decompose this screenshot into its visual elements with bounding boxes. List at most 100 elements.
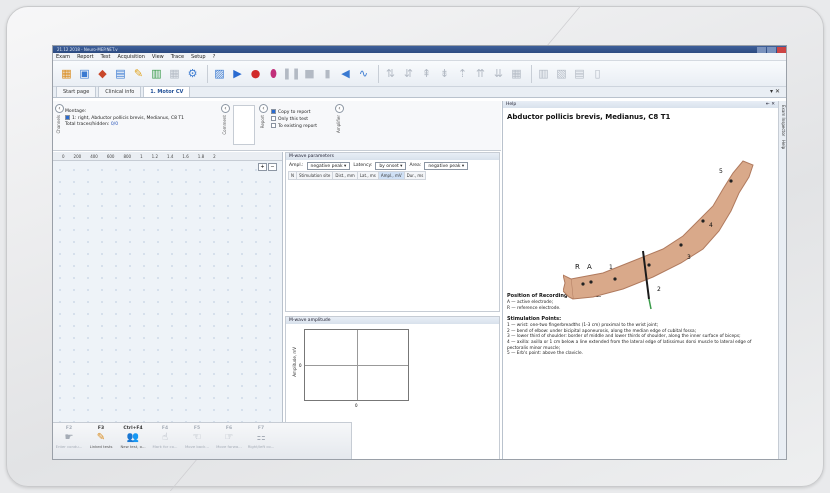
latency-select[interactable]: by onset ▾ <box>375 161 407 170</box>
stimulus-icon[interactable]: ⬮ <box>266 66 281 81</box>
column-header[interactable]: Stimulation site <box>295 171 334 180</box>
latency-label: Latency: <box>353 163 373 168</box>
report-label: Report <box>260 115 265 129</box>
mwave-params-row: Ampl.: negative peak ▾ Latency: by onset… <box>286 160 499 171</box>
waveform-icon[interactable]: ∿ <box>356 66 371 81</box>
comment-field[interactable] <box>233 105 255 145</box>
help-pane: Help ⇤ ✕ Abductor pollicis brevis, Media… <box>502 101 778 459</box>
record-icon[interactable]: ● <box>248 66 263 81</box>
pencil-icon: ✎ <box>96 432 106 443</box>
sound-icon[interactable]: ◀ <box>338 66 353 81</box>
montage-checkbox[interactable] <box>65 115 70 120</box>
side-tab-exam-inspector[interactable]: Exam Inspector <box>781 105 786 136</box>
electrode-r-label: R <box>575 263 580 271</box>
trace-icon[interactable]: ⇡ <box>455 66 470 81</box>
ruler-tick: 1.6 <box>182 153 189 159</box>
menu-view[interactable]: View <box>152 54 164 60</box>
fkey-move-forward[interactable]: F6 ☞ Move forwa... <box>213 423 245 459</box>
fkey-move-back[interactable]: F5 ☜ Move back... <box>181 423 213 459</box>
existing-report-checkbox[interactable] <box>271 123 276 128</box>
export-icon[interactable]: ▤ <box>572 66 587 81</box>
close-icon[interactable]: ⇤ ✕ <box>766 101 775 108</box>
copy-to-report-label: Copy to report <box>278 110 311 115</box>
menu-setup[interactable]: Setup <box>191 54 206 60</box>
grid-icon[interactable]: ▦ <box>509 66 524 81</box>
collapse-icon[interactable]: ‹ <box>55 104 64 113</box>
traces-value[interactable]: 0/0 <box>111 122 118 127</box>
zoom-out-icon[interactable]: − <box>268 163 277 171</box>
monitor-icon[interactable]: ▨ <box>212 66 227 81</box>
open-exam-icon[interactable]: ◆ <box>95 66 110 81</box>
save-exam-icon[interactable]: ▤ <box>113 66 128 81</box>
column-header[interactable]: Dur., ms <box>403 171 427 180</box>
trace-graph[interactable]: 0 200 400 600 800 1 1.2 1.4 1.6 1.8 2 + … <box>53 152 283 459</box>
patients-icon[interactable]: ▦ <box>59 66 74 81</box>
comment-label: Comment <box>222 115 227 135</box>
menu-trace[interactable]: Trace <box>171 54 184 60</box>
amplitude-icon[interactable]: ⇟ <box>437 66 452 81</box>
menu-report[interactable]: Report <box>77 54 94 60</box>
only-this-test-checkbox[interactable] <box>271 116 276 121</box>
fkey-linked-tests[interactable]: F3 ✎ Linked tests <box>85 423 117 459</box>
settings-icon[interactable]: ⚙ <box>185 66 200 81</box>
compare-icon[interactable]: ▧ <box>554 66 569 81</box>
menu-help[interactable]: ? <box>213 54 216 60</box>
document-icon[interactable]: ▯ <box>590 66 605 81</box>
point-1-label: 1 <box>609 264 613 271</box>
zoom-in-icon[interactable]: + <box>258 163 267 171</box>
mwave-title: M-wave parameters <box>286 153 499 160</box>
side-tab-help[interactable]: Help <box>781 140 786 149</box>
column-header[interactable]: N <box>288 171 297 180</box>
existing-report-label: To existing report <box>278 124 318 129</box>
tab-start-page[interactable]: Start page <box>56 86 97 97</box>
menu-exam[interactable]: Exam <box>56 54 70 60</box>
layout-icon[interactable]: ▥ <box>536 66 551 81</box>
tab-bar: Start page Clinical info 1. Motor CV ▾ ✕ <box>53 86 786 98</box>
pause-icon[interactable]: ❚❚ <box>282 66 300 81</box>
function-key-bar: F2 ☛ Enter condu... F3 ✎ Linked tests Ct… <box>53 422 352 459</box>
tab-motor-cv[interactable]: 1. Motor CV <box>143 86 191 97</box>
step-icon[interactable]: ▮ <box>320 66 335 81</box>
copy-to-report-checkbox[interactable] <box>271 109 276 114</box>
gain-up-icon[interactable]: ⇈ <box>473 66 488 81</box>
ampl-select-value: negative peak <box>310 163 343 169</box>
menu-acquisition[interactable]: Acquisition <box>118 54 145 60</box>
collapse-icon[interactable]: ‹ <box>335 104 344 113</box>
play-icon[interactable]: ▶ <box>230 66 245 81</box>
fkey-right-left-comparison[interactable]: F7 ⚏ Right/left co... <box>245 423 277 459</box>
mwave-parameters-panel: M-wave parameters Ampl.: negative peak ▾… <box>285 152 500 312</box>
fkey-new-test[interactable]: Ctrl+F4 👥 New test, o... <box>117 423 149 459</box>
menu-test[interactable]: Test <box>101 54 111 60</box>
tab-clinical-info[interactable]: Clinical info <box>98 86 142 97</box>
minimize-button[interactable] <box>757 46 766 53</box>
report-icon[interactable]: ✎ <box>131 66 146 81</box>
close-button[interactable] <box>777 46 786 53</box>
ampl-select[interactable]: negative peak ▾ <box>306 161 351 170</box>
new-exam-icon[interactable]: ▣ <box>77 66 92 81</box>
column-header[interactable]: Dist., mm <box>332 171 358 180</box>
latency-icon[interactable]: ⇞ <box>419 66 434 81</box>
copy-icon[interactable]: ▦ <box>167 66 182 81</box>
fkey-enter-conduction[interactable]: F2 ☛ Enter condu... <box>53 423 85 459</box>
ruler-tick: 800 <box>123 153 132 159</box>
collapse-icon[interactable]: ‹ <box>259 104 268 113</box>
collapse-icon[interactable]: ‹ <box>221 104 230 113</box>
column-header[interactable]: Lat., ms <box>356 171 379 180</box>
ruler-tick: 1.4 <box>167 153 174 159</box>
stim-point-4: 4 — axilla: axilla or 1 cm below a line … <box>507 339 752 351</box>
maximize-button[interactable] <box>767 46 776 53</box>
area-select[interactable]: negative peak ▾ <box>424 161 469 170</box>
print-icon[interactable]: ▥ <box>149 66 164 81</box>
montage-block: Montage: 1: right, Abductor pollicis bre… <box>65 109 184 128</box>
montage-item[interactable]: 1: right, Abductor pollicis brevis, Medi… <box>72 116 184 121</box>
marker-icon[interactable]: ⇵ <box>401 66 416 81</box>
toolbar-separator <box>207 64 208 83</box>
ruler-tick: 0 <box>62 153 65 159</box>
close-pane-icon[interactable]: ▾ ✕ <box>770 88 780 95</box>
fkey-caption: Enter condu... <box>55 444 83 449</box>
stop-icon[interactable]: ■ <box>302 66 317 81</box>
gain-down-icon[interactable]: ⇊ <box>491 66 506 81</box>
column-header[interactable]: Ampl., mV <box>377 171 405 180</box>
cursor-icon[interactable]: ⇅ <box>383 66 398 81</box>
fkey-mark-for-comparison[interactable]: F4 ☝ Mark for co... <box>149 423 181 459</box>
